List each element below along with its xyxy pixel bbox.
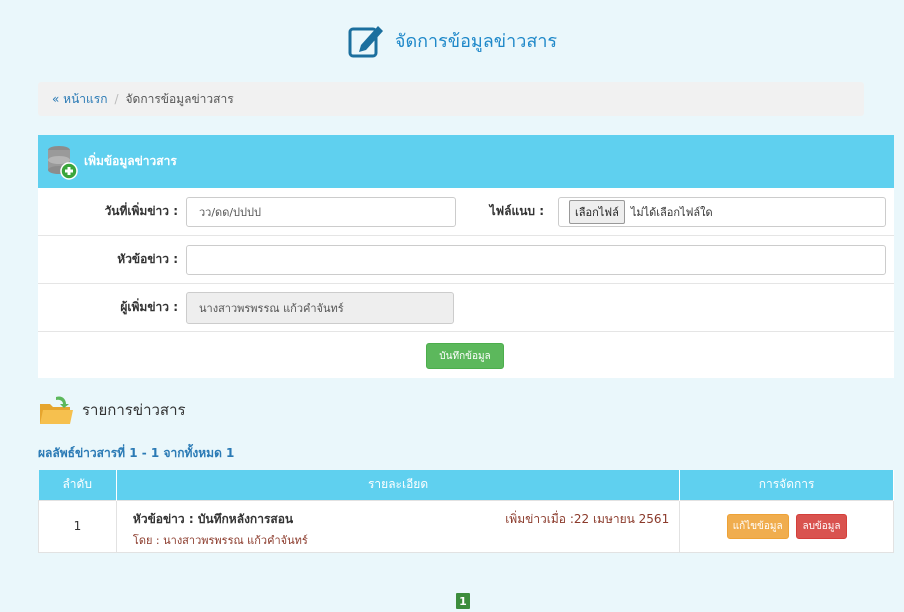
- edit-button[interactable]: แก้ไขข้อมูล: [726, 513, 789, 539]
- news-headline: หัวข้อข่าว : บันทึกหลังการสอน: [132, 511, 294, 526]
- file-status: ไม่ได้เลือกไฟล์ใด: [630, 206, 713, 219]
- row-actions: แก้ไขข้อมูล ลบข้อมูล: [679, 499, 894, 553]
- panel-header: เพิ่มข้อมูลข่าวสาร: [38, 135, 894, 188]
- news-list-title: รายการข่าวสาร: [82, 401, 186, 419]
- news-date: เพิ่มข่าวเมื่อ :22 เมษายน 2561: [505, 511, 670, 526]
- save-button[interactable]: บันทึกข้อมูล: [426, 343, 504, 369]
- author-row: ผู้เพิ่มข่าว : นางสาวพรพรรณ แก้วคำจันทร์: [38, 284, 894, 332]
- breadcrumb-separator: /: [114, 92, 119, 106]
- row-detail: หัวข้อข่าว : บันทึกหลังการสอน เพิ่มข่าวเ…: [115, 499, 681, 553]
- delete-button[interactable]: ลบข้อมูล: [796, 513, 847, 539]
- breadcrumb: « หน้าแรก / จัดการข้อมูลข่าวสาร: [38, 82, 864, 116]
- news-author: โดย : นางสาวพรพรรณ แก้วคำจันทร์: [132, 533, 308, 547]
- breadcrumb-home-link[interactable]: « หน้าแรก: [52, 90, 107, 109]
- table-header-row: ลำดับ รายละเอียด การจัดการ: [38, 470, 894, 500]
- news-list-header: รายการข่าวสาร: [38, 392, 186, 428]
- breadcrumb-current: จัดการข้อมูลข่าวสาร: [125, 91, 234, 106]
- row-number: 1: [38, 499, 117, 553]
- author-label: ผู้เพิ่มข่าว :: [120, 300, 178, 314]
- choose-file-button[interactable]: เลือกไฟล์: [569, 200, 625, 224]
- headline-label: หัวข้อข่าว :: [117, 252, 178, 266]
- column-header-detail: รายละเอียด: [116, 470, 681, 500]
- column-header-manage: การจัดการ: [679, 470, 894, 500]
- headline-row: หัวข้อข่าว :: [38, 236, 894, 284]
- headline-input[interactable]: [186, 245, 886, 275]
- result-info: ผลลัพธ์ข่าวสารที่ 1 - 1 จากทั้งหมด 1: [38, 446, 235, 460]
- table-row: 1 หัวข้อข่าว : บันทึกหลังการสอน เพิ่มข่า…: [38, 499, 894, 553]
- page-header: จัดการข้อมูลข่าวสาร: [0, 0, 904, 80]
- page-title: จัดการข้อมูลข่าวสาร: [394, 30, 558, 52]
- date-file-row: วันที่เพิ่มข่าว : วว/ดด/ปปปป ไฟล์แนบ : เ…: [38, 188, 894, 236]
- database-add-icon: [48, 145, 78, 180]
- pagination-page-1[interactable]: 1: [456, 593, 470, 609]
- panel-title: เพิ่มข้อมูลข่าวสาร: [84, 154, 177, 168]
- news-table: ลำดับ รายละเอียด การจัดการ 1 หัวข้อข่าว …: [38, 470, 894, 553]
- edit-note-icon: [348, 26, 383, 58]
- date-label: วันที่เพิ่มข่าว :: [104, 204, 178, 218]
- column-header-no: ลำดับ: [38, 470, 117, 500]
- author-input: นางสาวพรพรรณ แก้วคำจันทร์: [186, 292, 454, 324]
- folder-icon: [40, 396, 73, 424]
- file-input[interactable]: เลือกไฟล์ ไม่ได้เลือกไฟล์ใด: [558, 197, 886, 227]
- add-news-panel: เพิ่มข้อมูลข่าวสาร วันที่เพิ่มข่าว : วว/…: [38, 135, 894, 378]
- file-label: ไฟล์แนบ :: [489, 204, 544, 218]
